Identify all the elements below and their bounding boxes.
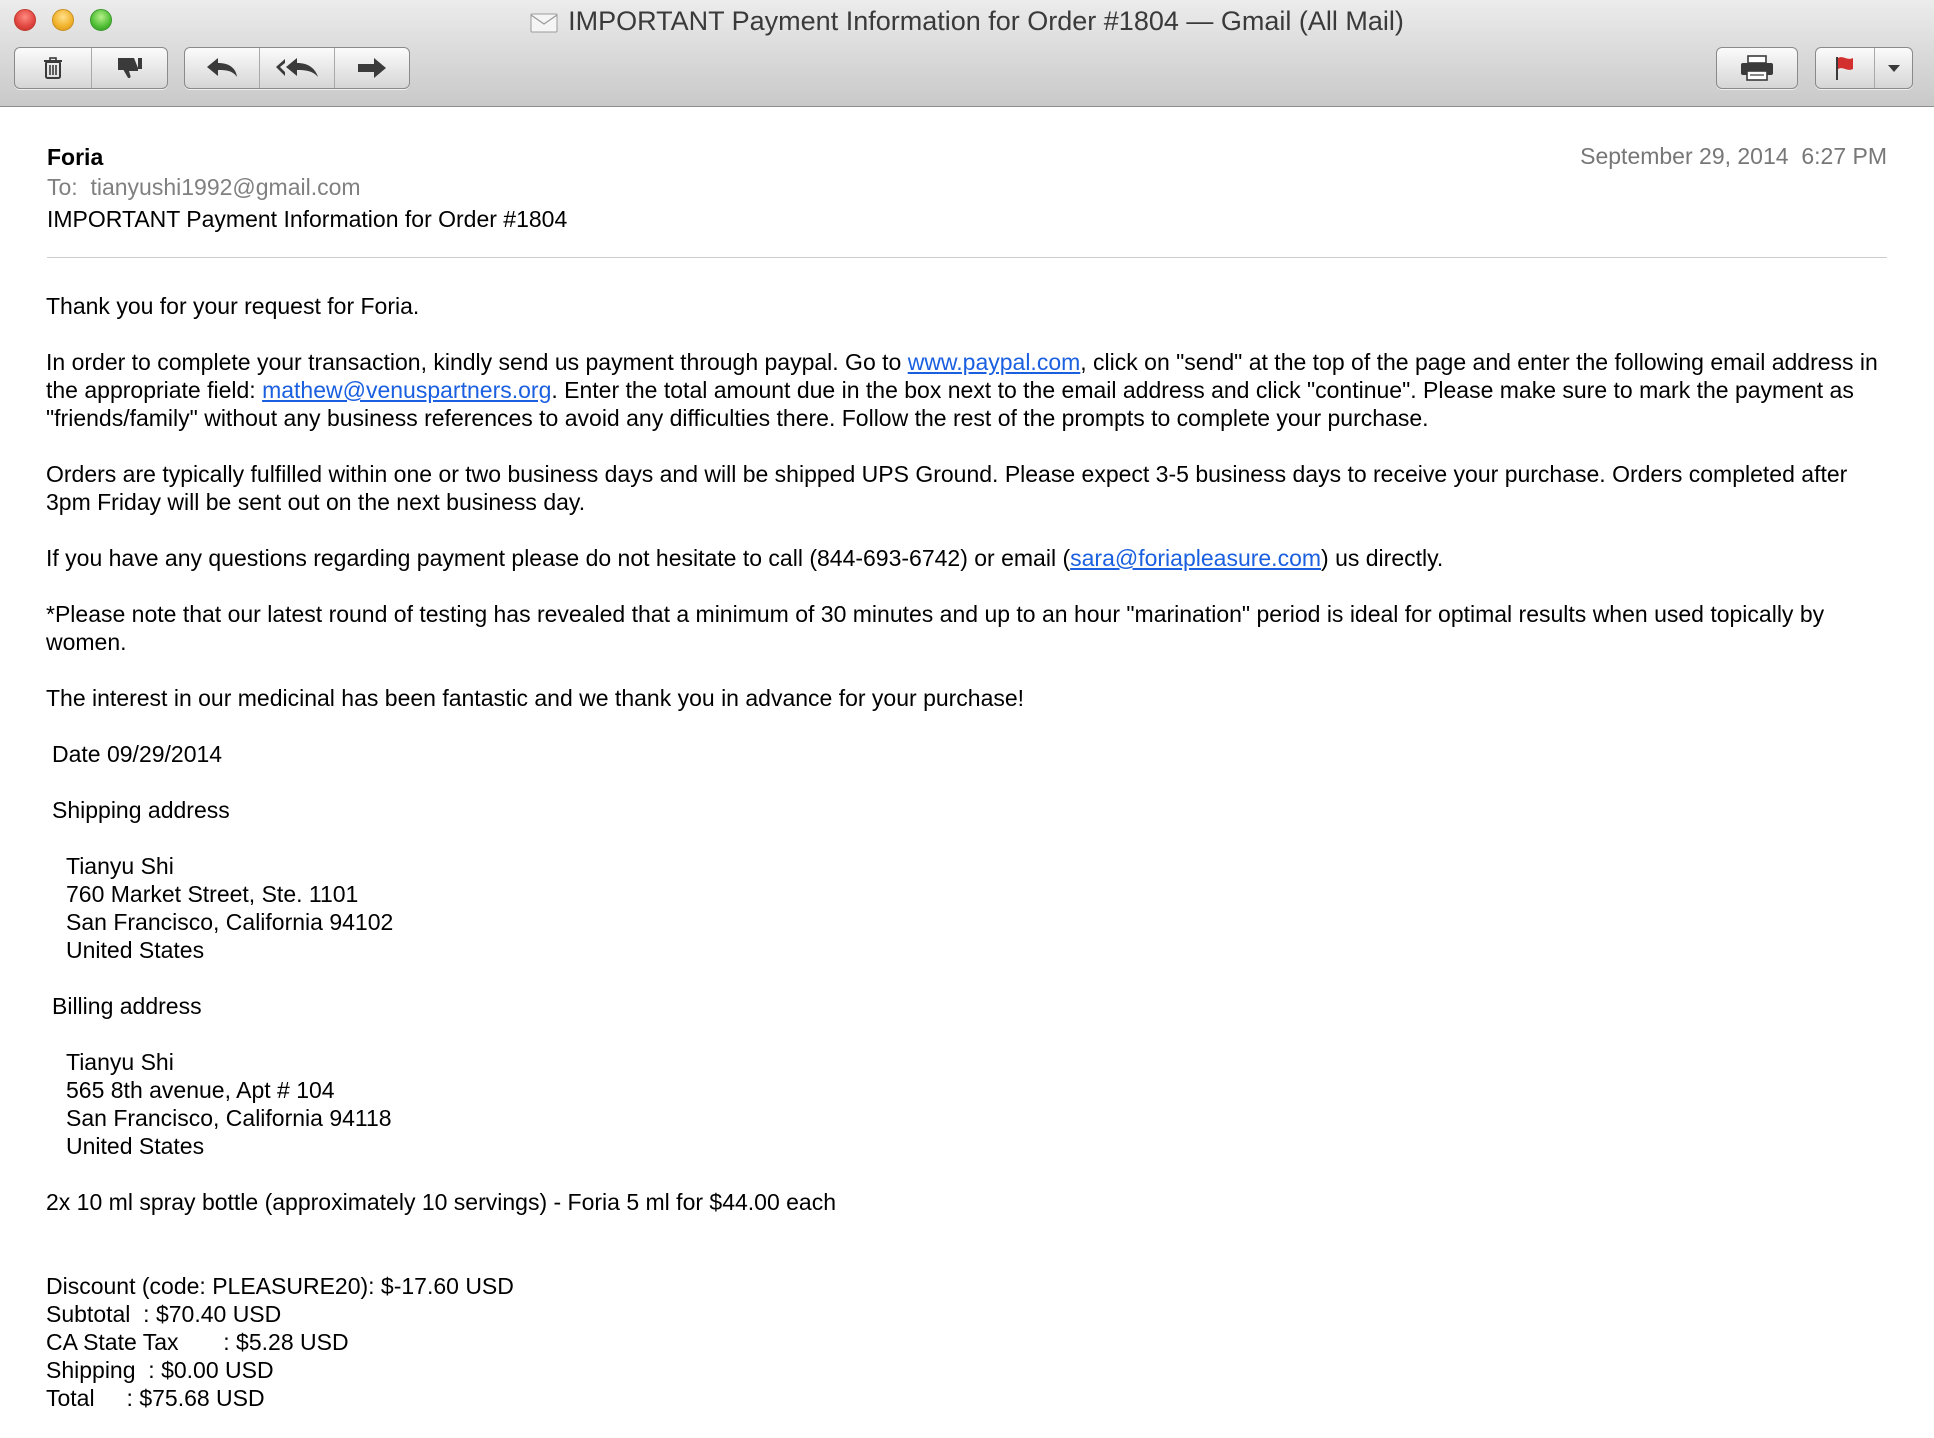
junk-thumbs-down-icon [114, 55, 144, 81]
reply-all-icon [274, 56, 320, 80]
address-line: San Francisco, California 94102 [66, 909, 394, 935]
message-date: September 29, 2014 6:27 PM [1580, 143, 1887, 170]
mail-window: IMPORTANT Payment Information for Order … [0, 0, 1934, 1438]
greeting: Thank you for your request for Foria. [46, 293, 420, 319]
order-date: Date 09/29/2014 [52, 741, 223, 767]
flag-group [1815, 47, 1913, 89]
address-line: 760 Market Street, Ste. 1101 [66, 881, 359, 907]
billing-address: Tianyu Shi 565 8th avenue, Apt # 104 San… [46, 1048, 1896, 1160]
address-line: United States [66, 937, 205, 963]
recipient-row: To: tianyushi1992@gmail.com [47, 174, 361, 201]
contact-text-1: If you have any questions regarding paym… [46, 545, 1071, 571]
forward-button[interactable] [335, 48, 409, 88]
flag-menu-button[interactable] [1875, 48, 1912, 88]
flag-icon [1831, 54, 1859, 82]
forward-icon [356, 56, 388, 80]
order-totals: Discount (code: PLEASURE20): $-17.60 USD… [46, 1272, 1896, 1412]
delete-junk-group [14, 47, 168, 89]
sender-name[interactable]: Foria [47, 143, 103, 171]
discount-line: Discount (code: PLEASURE20): $-17.60 USD [46, 1273, 514, 1299]
address-line: United States [66, 1133, 205, 1159]
paypal-link[interactable]: www.paypal.com [908, 349, 1081, 375]
order-item: 2x 10 ml spray bottle (approximately 10 … [46, 1189, 837, 1215]
message-body: Thank you for your request for Foria. In… [46, 292, 1896, 1412]
delete-button[interactable] [15, 48, 92, 88]
support-email-link[interactable]: sara@foriapleasure.com [1070, 545, 1321, 571]
print-icon [1739, 54, 1775, 82]
shipping-heading: Shipping address [52, 797, 230, 823]
reply-all-button[interactable] [260, 48, 335, 88]
address-line: Tianyu Shi [66, 1049, 174, 1075]
address-line: San Francisco, California 94118 [66, 1105, 392, 1131]
recipient-address[interactable]: tianyushi1992@gmail.com [90, 174, 360, 200]
tax-line: CA State Tax : $5.28 USD [46, 1329, 349, 1355]
reply-icon [205, 56, 239, 80]
dropdown-arrow-icon [1887, 63, 1901, 73]
message-date-day: September 29, 2014 [1580, 143, 1789, 169]
message-subject: IMPORTANT Payment Information for Order … [47, 206, 568, 232]
subtotal-line: Subtotal : $70.40 USD [46, 1301, 282, 1327]
payment-instructions: In order to complete your transaction, k… [46, 348, 1896, 432]
fulfillment-info: Orders are typically fulfilled within on… [46, 461, 1848, 515]
junk-button[interactable] [92, 48, 168, 88]
address-line: 565 8th avenue, Apt # 104 [66, 1077, 335, 1103]
message-time: 6:27 PM [1801, 143, 1887, 169]
shipping-address: Tianyu Shi 760 Market Street, Ste. 1101 … [46, 852, 1896, 964]
envelope-icon [530, 7, 558, 41]
payment-text-1: In order to complete your transaction, k… [46, 349, 908, 375]
contact-text-2: ) us directly. [1321, 545, 1444, 571]
trash-icon [40, 55, 66, 81]
flag-button[interactable] [1816, 48, 1876, 88]
shipping-line: Shipping : $0.00 USD [46, 1357, 274, 1383]
usage-note: *Please note that our latest round of te… [46, 601, 1825, 655]
thank-you-line: The interest in our medicinal has been f… [46, 685, 1025, 711]
window-toolbar: IMPORTANT Payment Information for Order … [0, 0, 1934, 107]
contact-info: If you have any questions regarding paym… [46, 544, 1896, 572]
to-label: To: [47, 174, 78, 200]
print-group [1716, 47, 1798, 89]
total-line: Total : $75.68 USD [46, 1385, 265, 1411]
window-title-bar: IMPORTANT Payment Information for Order … [0, 4, 1934, 41]
payee-email-link[interactable]: mathew@venuspartners.org [262, 377, 551, 403]
header-divider [47, 257, 1887, 258]
window-title: IMPORTANT Payment Information for Order … [568, 6, 1404, 36]
reply-button[interactable] [185, 48, 260, 88]
reply-group [184, 47, 410, 89]
billing-heading: Billing address [52, 993, 202, 1019]
address-line: Tianyu Shi [66, 853, 174, 879]
print-button[interactable] [1717, 48, 1797, 88]
